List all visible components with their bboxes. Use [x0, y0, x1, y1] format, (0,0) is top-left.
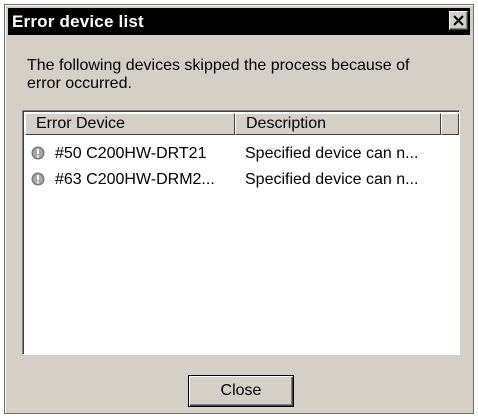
- info-message: The following devices skipped the proces…: [27, 57, 410, 92]
- close-button[interactable]: Close: [188, 375, 294, 407]
- title-bar[interactable]: Error device list: [8, 8, 470, 35]
- close-window-button[interactable]: [449, 11, 468, 30]
- error-device-list-dialog: Error device list The following devices …: [4, 4, 474, 414]
- error-description: Specified device can n...: [245, 145, 419, 162]
- error-description: Specified device can n...: [245, 171, 419, 188]
- error-device-name: #63 C200HW-DRM2...: [55, 171, 215, 188]
- error-device-name: #50 C200HW-DRT21: [55, 145, 207, 162]
- error-icon: [31, 172, 45, 186]
- list-item[interactable]: #63 C200HW-DRM2... Specified device can …: [25, 169, 455, 191]
- column-header-description[interactable]: Description: [235, 113, 441, 135]
- column-header-empty[interactable]: [441, 113, 459, 135]
- close-icon: [453, 15, 464, 26]
- column-header-error-device[interactable]: Error Device: [25, 113, 235, 135]
- error-icon: [31, 146, 45, 160]
- dialog-title: Error device list: [12, 12, 144, 31]
- error-device-listview[interactable]: Error Device Description #50 C200HW-DRT2…: [22, 110, 460, 355]
- list-header: Error Device Description: [25, 113, 459, 135]
- list-item[interactable]: #50 C200HW-DRT21 Specified device can n.…: [25, 143, 455, 165]
